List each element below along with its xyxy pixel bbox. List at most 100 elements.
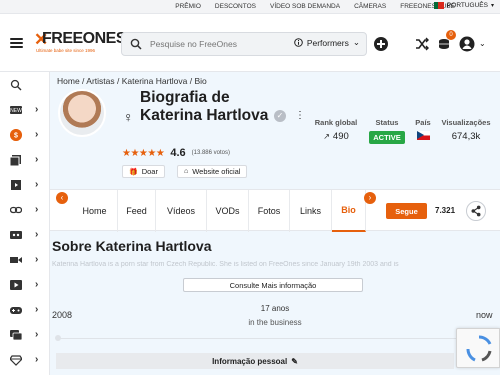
chevron-right-icon: › (35, 154, 39, 165)
czech-flag-icon[interactable] (416, 131, 430, 140)
svg-text:NEW: NEW (10, 108, 22, 114)
sidebar-item-search[interactable] (0, 72, 50, 97)
site-logo[interactable]: ✕ FREEONES Ultimate babe site since 1996 (34, 30, 127, 56)
gift-icon: 🎁 (129, 168, 138, 176)
status-stat: Status ACTIVE (367, 118, 407, 144)
tabs-scroll-right-icon[interactable]: › (364, 192, 376, 204)
views-label: Visualizações (441, 118, 491, 127)
personal-info-header[interactable]: Informação pessoal ✎ (56, 353, 454, 369)
chevron-right-icon: › (35, 204, 39, 215)
sidebar-item-new[interactable]: NEW › (0, 97, 50, 122)
sidebar-item-links[interactable]: › (0, 197, 50, 222)
top-link-video-sob-demanda[interactable]: VÍDEO SOB DEMANDA (263, 3, 347, 10)
sidebar-item-coins[interactable]: $ › (0, 122, 50, 147)
sidebar-item-discounts[interactable]: › (0, 222, 50, 247)
rating-stars-icon: ★★★★★ (122, 147, 165, 159)
sidebar-item-diamond[interactable]: › (0, 347, 50, 372)
gamepad-icon (10, 306, 22, 314)
about-title: Sobre Katerina Hartlova (52, 238, 212, 254)
views-stat: Visualizações 674,3k (438, 118, 494, 142)
language-selector[interactable]: PORTUGUÊS ▾ (433, 2, 494, 9)
tab-bio[interactable]: Bio (332, 190, 366, 232)
language-label: PORTUGUÊS (446, 2, 488, 9)
bio-text: Katerina Hartlova is a porn star from Cz… (52, 261, 399, 268)
camera-icon (10, 256, 22, 263)
follower-count: 7.321 (435, 206, 456, 215)
search-scope-dropdown[interactable]: Performers ⌄ (294, 37, 360, 48)
tab-feed[interactable]: Feed (118, 190, 156, 232)
status-badge: ACTIVE (369, 131, 405, 144)
new-icon: NEW (10, 105, 22, 114)
sidebar-item-games[interactable]: › (0, 297, 50, 322)
search-icon[interactable] (130, 38, 142, 50)
official-website-button[interactable]: ⌂ Website oficial (177, 165, 248, 178)
chevron-right-icon: › (35, 279, 39, 290)
tab-links[interactable]: Links (290, 190, 332, 232)
rating[interactable]: ★★★★★ 4.6 (13.886 votos) (122, 147, 230, 159)
tab-photos[interactable]: Fotos (249, 190, 290, 232)
add-icon[interactable] (373, 36, 389, 52)
sidebar-item-photos[interactable]: › (0, 147, 50, 172)
more-options-icon[interactable]: ⋮ (295, 110, 305, 121)
sidebar-item-videos[interactable]: › (0, 272, 50, 297)
tab-videos[interactable]: Vídeos (156, 190, 207, 232)
chevron-down-icon[interactable]: ⌄ (479, 39, 486, 48)
top-link-cameras[interactable]: CÂMERAS (347, 3, 393, 10)
menu-icon[interactable] (10, 38, 23, 48)
read-more-button[interactable]: Consulte Mais informação (183, 278, 363, 292)
top-link-premio[interactable]: PRÊMIO (168, 3, 208, 10)
recaptcha-badge[interactable] (456, 328, 500, 368)
chevron-right-icon: › (35, 329, 39, 340)
sidebar-item-clips[interactable]: › (0, 172, 50, 197)
trend-icon: ↗ (323, 132, 330, 141)
tabs-scroll-left-icon[interactable]: ‹ (56, 192, 68, 204)
sidebar-item-chat[interactable]: › (0, 322, 50, 347)
career-start-year: 2008 (52, 310, 73, 320)
status-label: Status (375, 118, 399, 127)
photos-icon (10, 154, 21, 166)
chevron-right-icon: › (35, 104, 39, 115)
chevron-down-icon: ▾ (490, 3, 494, 9)
donate-label: Doar (141, 167, 158, 176)
search-scope-label: Performers (306, 37, 349, 48)
user-avatar-icon[interactable] (459, 36, 475, 52)
rank-value: 490 (332, 131, 349, 142)
home-icon: ⌂ (184, 168, 189, 175)
clips-icon (11, 179, 21, 190)
chevron-right-icon: › (35, 229, 39, 240)
page-title: Biografia de Katerina Hartlova (140, 89, 269, 124)
chat-icon (10, 329, 22, 340)
portugal-flag-icon (433, 2, 444, 9)
top-link-descontos[interactable]: DESCONTOS (208, 3, 263, 10)
profile-tabs: ‹ Home Feed Vídeos VODs Fotos Links Bio … (50, 189, 500, 232)
coin-icon: $ (10, 128, 22, 141)
tab-vods[interactable]: VODs (207, 190, 249, 232)
career-end: now (476, 310, 493, 320)
career-timeline-dot (55, 335, 61, 341)
edit-pencil-icon[interactable]: ✎ (291, 357, 298, 366)
country-stat: País (412, 118, 434, 140)
chevron-right-icon: › (35, 179, 39, 190)
notification-badge: 0 (446, 30, 456, 40)
breadcrumb[interactable]: Home / Artistas / Katerina Hartlova / Bi… (57, 76, 207, 86)
country-label: País (415, 118, 431, 127)
chevron-right-icon: › (35, 254, 39, 265)
follow-button[interactable]: Segue (386, 203, 427, 219)
rank-label: Rank global (314, 118, 358, 127)
link-icon (10, 206, 22, 213)
sidebar-item-cameras[interactable]: › (0, 247, 50, 272)
info-icon (294, 38, 303, 47)
website-label: Website oficial (192, 167, 241, 176)
performer-avatar[interactable] (58, 89, 106, 137)
search-input[interactable] (150, 39, 280, 49)
share-icon[interactable] (466, 201, 486, 221)
tab-home[interactable]: Home (72, 190, 118, 232)
chevron-down-icon: ⌄ (352, 37, 360, 47)
shuffle-icon[interactable] (414, 36, 430, 52)
female-icon: ♀ (123, 109, 134, 125)
rating-value: 4.6 (170, 147, 186, 159)
donate-button[interactable]: 🎁 Doar (122, 165, 165, 178)
rating-votes: (13.886 votos) (191, 150, 230, 156)
search-icon (10, 79, 22, 90)
chevron-right-icon: › (35, 129, 39, 140)
